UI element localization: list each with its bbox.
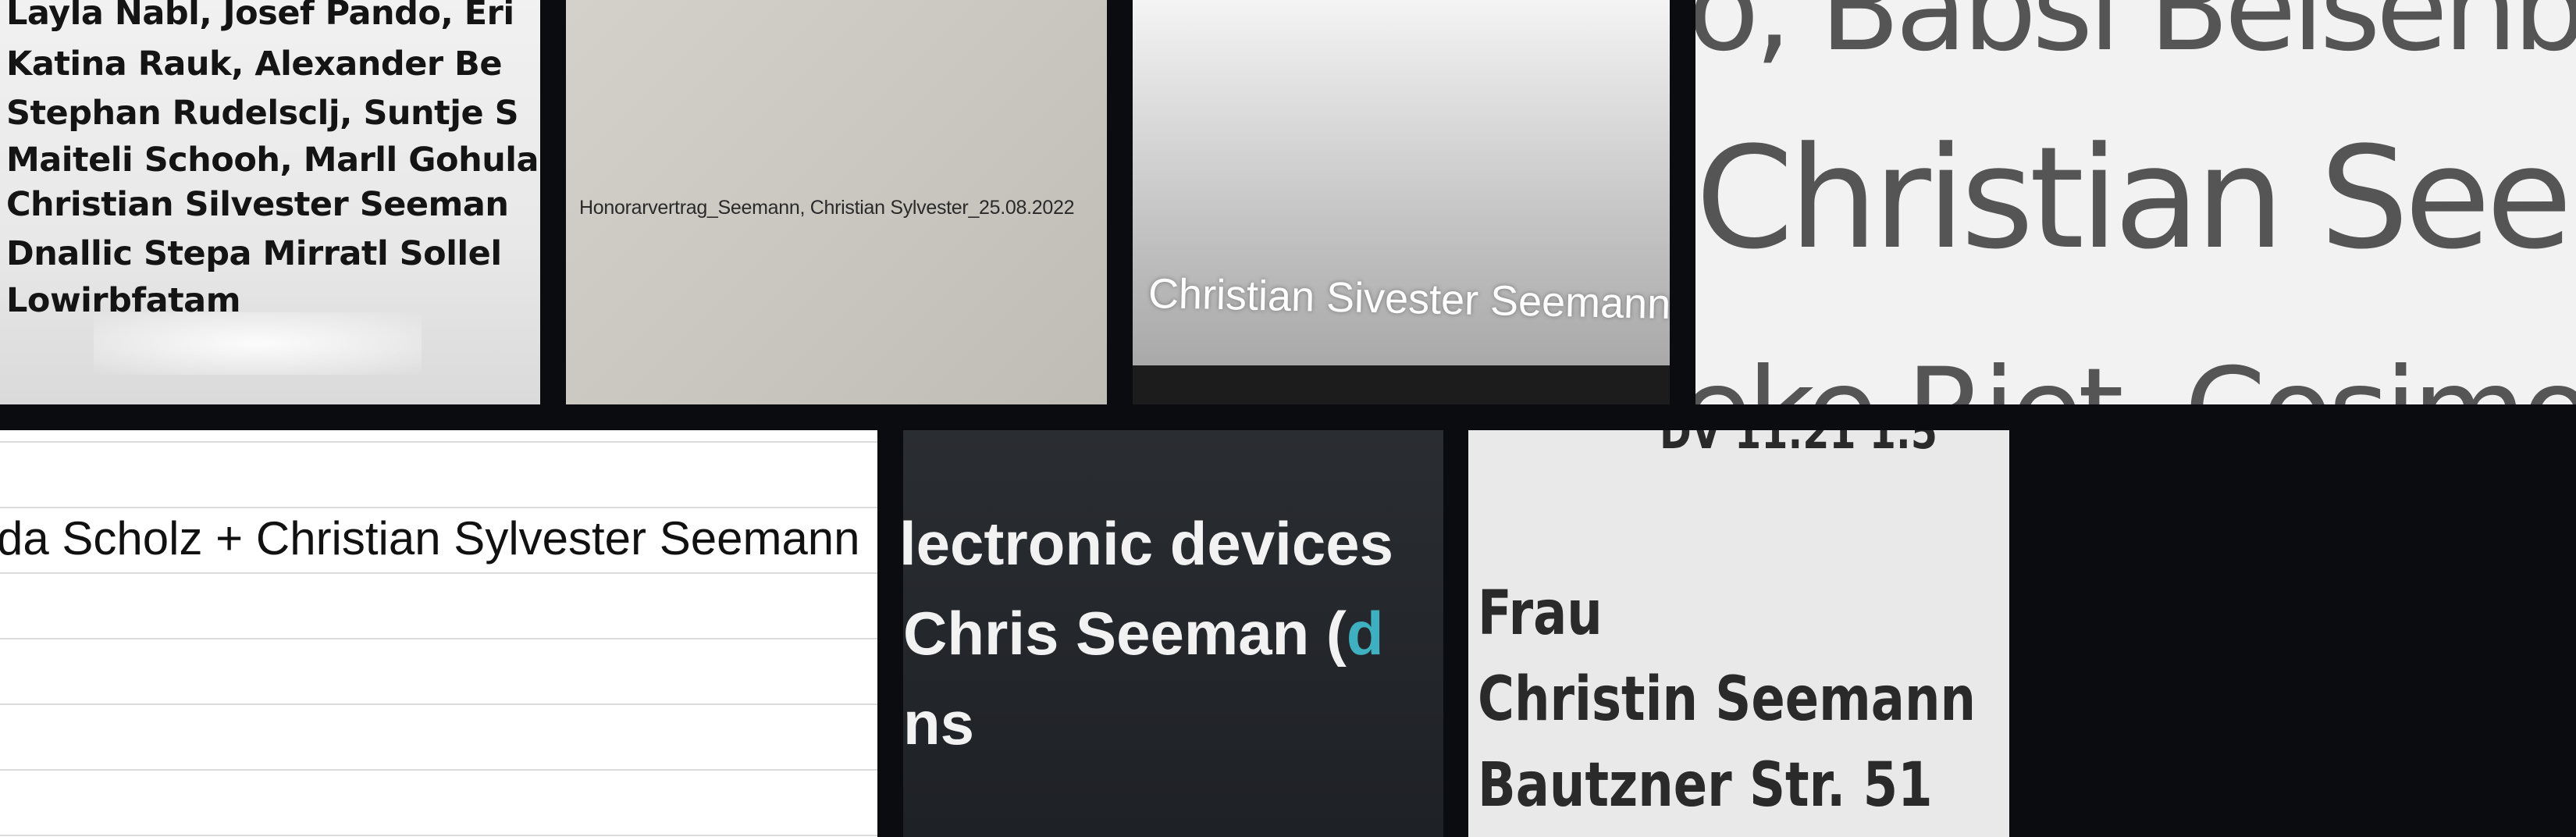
spreadsheet-cell: da Scholz + Christian Sylvester Seemann [0,512,860,565]
stage-floor [1133,365,1670,404]
dark-screen-cyan-fragment: d [1346,599,1384,668]
contract-paper-photo: Honorarvertrag_Seemann, Christian Sylves… [566,0,1107,404]
row-divider [0,638,877,639]
large-text-bottom: eke Riet, Cosimo G [1695,344,2576,404]
glare-smudge [94,312,422,375]
dark-screen-line: Chris Seeman (d [903,598,1384,669]
dark-screen-line: ns [903,689,975,757]
row-divider [0,507,877,508]
row-divider [0,572,877,574]
contract-filename: Honorarvertrag_Seemann, Christian Sylves… [579,197,1075,219]
letter-street: Bautzner Str. 51 [1478,750,1933,821]
letter-recipient-name: Christin Seemann [1478,664,1976,735]
row-divider [0,835,877,836]
credits-line: Dnallic Stepa Mirratl Sollel [6,234,502,273]
address-letter-crop: DV 11.21 1.5 Frau Christin Seemann Bautz… [1468,430,2009,837]
credits-line: Stephan Rudelsclj, Suntje S [6,94,519,133]
credits-line: Christian Silvester Seeman [6,185,509,224]
row-divider [0,769,877,771]
large-text-top: o, Babsi Beisenbe [1695,0,2576,77]
row-divider [0,441,877,443]
credits-line: Layla Nabl, Josef Pando, Eri [6,0,514,33]
credits-line: Katina Rauk, Alexander Be [6,45,502,84]
large-text-crop: o, Babsi Beisenbe Christian Seeman, eke … [1695,0,2576,404]
dark-screen-line: lectronic devices [903,509,1393,578]
letter-top-fragment: DV 11.21 1.5 [1660,430,1937,460]
row-divider [0,703,877,705]
dark-screen-name: Chris Seeman ( [903,599,1347,668]
letter-salutation: Frau [1478,579,1603,649]
dark-screen-crop: lectronic devices Chris Seeman (d ns [903,430,1443,837]
credits-line: Maiteli Schooh, Marll Gohula [6,141,539,180]
projection-screen-photo: Christian Sivester Seemann [1133,0,1670,404]
credits-list-photo: Layla Nabl, Josef Pando, Eri Katina Rauk… [0,0,540,404]
large-text-middle: Christian Seeman, [1695,117,2576,280]
spreadsheet-crop: da Scholz + Christian Sylvester Seemann [0,430,877,837]
